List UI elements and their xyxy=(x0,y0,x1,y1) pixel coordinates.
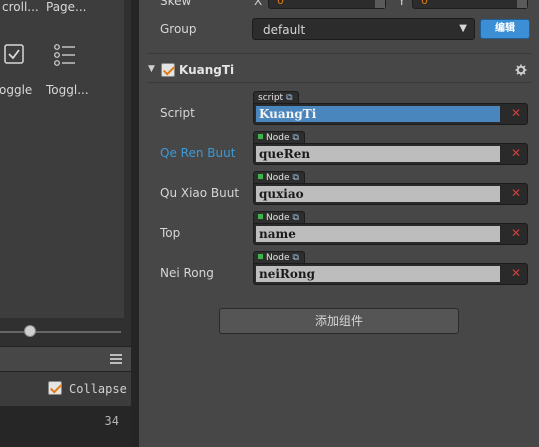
skew-x-value: 0 xyxy=(277,0,284,7)
toolbox-item-scrollview[interactable]: croll... xyxy=(2,0,39,14)
group-select[interactable]: default ▼ xyxy=(252,18,475,40)
toolbox-item-pageview[interactable]: Page... xyxy=(46,0,87,14)
property-label-nei-rong: Nei Rong xyxy=(160,266,214,280)
edit-group-button[interactable]: 编辑 xyxy=(480,19,530,39)
component-header: ▼ KuangTi xyxy=(147,60,531,82)
collapse-arrow-icon[interactable]: ▼ xyxy=(148,64,155,74)
property-label-qe-ren-buut: Qe Ren Buut xyxy=(160,146,236,160)
clear-icon[interactable]: ✕ xyxy=(511,146,521,160)
left-panel: croll... Page... oggle Toggl... Collapse xyxy=(0,0,131,447)
node-field-neirong: Node ⧉ neiRong ✕ xyxy=(253,251,528,285)
field-value[interactable]: neiRong xyxy=(256,266,500,282)
add-component-button[interactable]: 添加组件 xyxy=(219,308,459,334)
group-label: Group xyxy=(160,22,197,36)
component-name: KuangTi xyxy=(179,63,235,77)
field-value[interactable]: KuangTi xyxy=(256,106,500,122)
clear-icon[interactable]: ✕ xyxy=(511,266,521,280)
property-label-script: Script xyxy=(160,106,195,120)
skew-y-input[interactable]: 0 xyxy=(412,0,528,9)
script-input[interactable]: KuangTi ✕ xyxy=(253,103,528,125)
toolbox-scrollbar[interactable] xyxy=(124,0,131,318)
field-value[interactable]: quxiao xyxy=(256,186,500,202)
node-field-top: Node ⧉ name ✕ xyxy=(253,211,528,245)
console-panel-header xyxy=(0,346,131,372)
clear-icon[interactable]: ✕ xyxy=(511,186,521,200)
node-type-icon xyxy=(258,174,263,179)
skew-y-value: 0 xyxy=(421,0,428,7)
collapse-checkbox[interactable] xyxy=(48,381,62,395)
field-type-label: Node xyxy=(266,173,290,183)
toggle-icon[interactable] xyxy=(4,44,24,64)
gear-icon[interactable] xyxy=(515,64,527,76)
inspector-panel: Skew X 0 Y 0 Group default ▼ 编辑 ▼ KuangT… xyxy=(139,0,539,447)
skew-label: Skew xyxy=(160,0,192,8)
toolbox-item-togglegroup[interactable]: Toggl... xyxy=(46,83,89,97)
property-label-qu-xiao-buut: Qu Xiao Buut xyxy=(160,186,240,200)
panel-divider[interactable] xyxy=(131,0,139,447)
zoom-slider-track[interactable] xyxy=(0,331,121,333)
node-type-icon xyxy=(258,214,263,219)
section-divider xyxy=(147,53,531,54)
chevron-down-icon: ▼ xyxy=(459,23,467,34)
skew-x-spinner[interactable] xyxy=(375,0,385,8)
node-input[interactable]: queRen ✕ xyxy=(253,143,528,165)
skew-y-label: Y xyxy=(398,0,406,8)
field-type-label: Node xyxy=(266,133,290,143)
component-header-divider xyxy=(147,82,531,83)
menu-icon[interactable] xyxy=(110,354,122,364)
node-field-queren: Node ⧉ queRen ✕ xyxy=(253,131,528,165)
group-value: default xyxy=(263,23,306,37)
clear-icon[interactable]: ✕ xyxy=(511,106,521,120)
skew-x-input[interactable]: 0 xyxy=(268,0,386,9)
field-type-label: Node xyxy=(266,213,290,223)
field-value[interactable]: name xyxy=(256,226,500,242)
console-log-row: 34 xyxy=(0,406,131,447)
log-count: 34 xyxy=(104,414,119,428)
component-enabled-checkbox[interactable] xyxy=(161,63,175,77)
node-type-icon xyxy=(258,254,263,259)
toolbox-item-toggle[interactable]: oggle xyxy=(0,83,32,97)
togglegroup-icon[interactable] xyxy=(53,44,77,66)
node-input[interactable]: quxiao ✕ xyxy=(253,183,528,205)
skew-x-label: X xyxy=(254,0,263,8)
node-input[interactable]: neiRong ✕ xyxy=(253,263,528,285)
clear-icon[interactable]: ✕ xyxy=(511,226,521,240)
node-type-icon xyxy=(258,134,263,139)
field-value[interactable]: queRen xyxy=(256,146,500,162)
collapse-label: Collapse xyxy=(69,382,127,396)
node-field-quxiao: Node ⧉ quxiao ✕ xyxy=(253,171,528,205)
widget-toolbox: croll... Page... oggle Toggl... xyxy=(0,0,124,318)
field-type-label: Node xyxy=(266,253,290,263)
zoom-slider-row xyxy=(0,318,131,346)
skew-y-spinner[interactable] xyxy=(517,0,527,8)
console-toolbar: Collapse xyxy=(0,372,131,406)
zoom-slider-thumb[interactable] xyxy=(24,325,36,337)
script-field: script ⧉ KuangTi ✕ xyxy=(253,91,528,125)
property-label-top: Top xyxy=(160,226,181,240)
field-type-label: script xyxy=(258,93,284,103)
node-input[interactable]: name ✕ xyxy=(253,223,528,245)
